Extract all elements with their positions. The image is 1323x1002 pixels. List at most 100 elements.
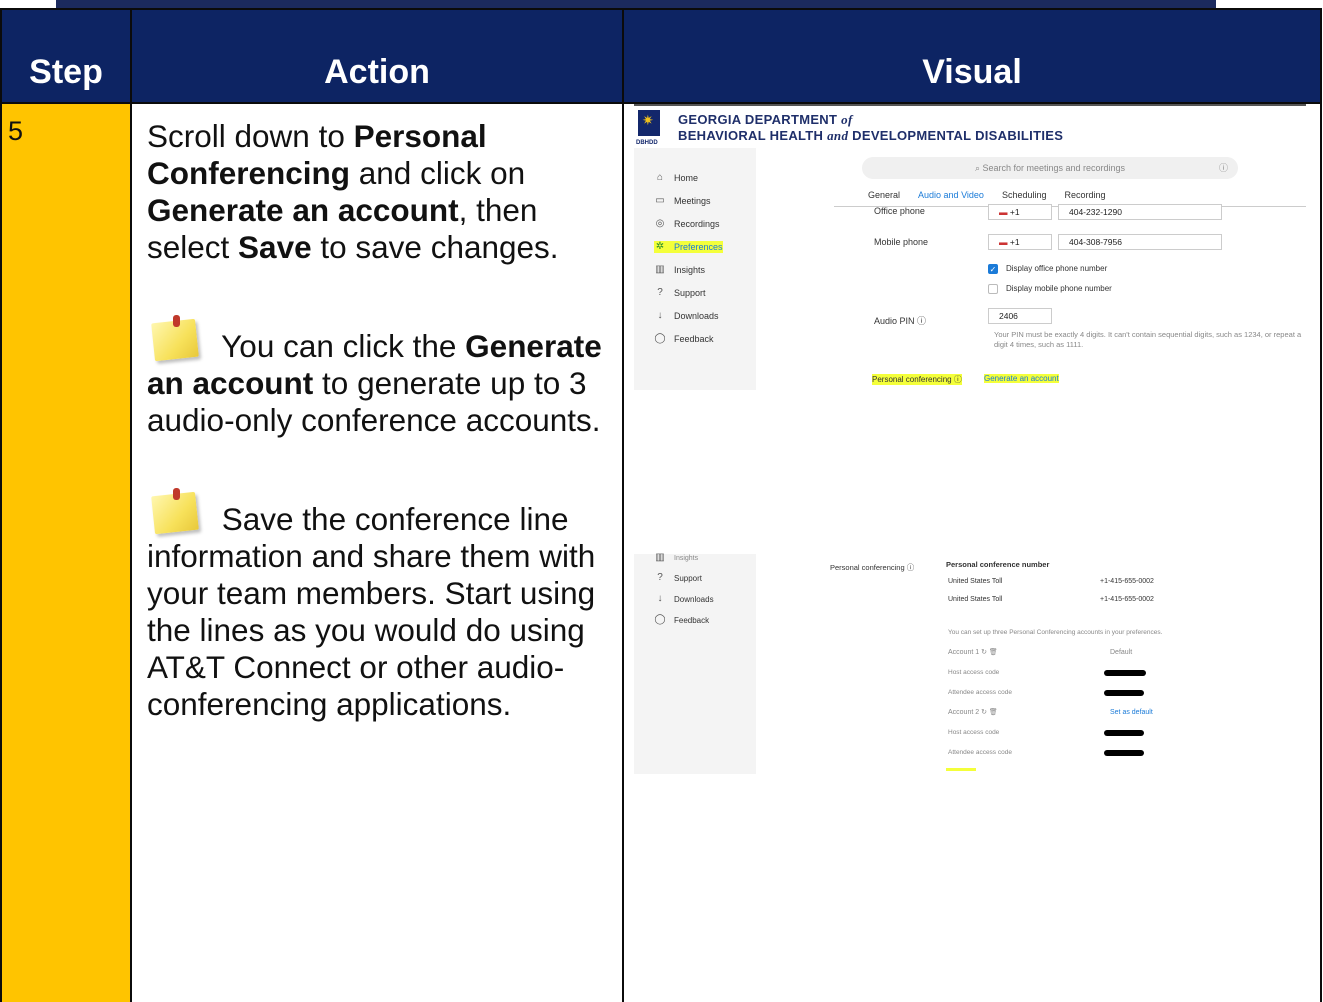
download-icon: ↓ [657,310,663,321]
sidebar-item-preferences[interactable]: ✲ Preferences [654,241,723,253]
refresh-icon[interactable]: ↻ [981,649,987,656]
toll1-number: +1-415-655-0002 [1100,578,1154,585]
org-name-line1: GEORGIA DEPARTMENT of [678,112,853,128]
redacted-attendee-code [1104,690,1144,696]
office-country-select[interactable]: ▬ +1 [988,204,1052,220]
audio-pin-label: Audio PIN ⓘ [874,314,926,327]
personal-conferencing-label: Personal conferencing ⓘ [830,562,914,573]
sidebar-item-home[interactable]: ⌂ Home [654,172,698,184]
gear-icon: ✲ [655,241,665,252]
default-badge: Default [1110,649,1133,656]
highlight-mark [946,768,976,771]
sidebar-item-label: Home [674,173,699,183]
redacted-host-code [1104,670,1146,676]
home-icon: ⌂ [656,172,664,183]
sidebar-item-label: Feedback [674,615,710,625]
bar-chart-icon: ▥ [655,264,665,275]
sidebar-item-meetings[interactable]: ▭ Meetings [654,195,710,207]
action-instruction: Scroll down to Personal Conferencing and… [147,118,612,266]
sidebar-item-downloads[interactable]: ↓ Downloads [654,310,719,322]
sidebar: ▥ Insights ? Support ↓ Downloads ◯ Feedback [634,552,756,774]
country-code: +1 [1009,237,1020,247]
office-phone-input[interactable]: 404-232-1290 [1058,204,1222,220]
sidebar-item-support[interactable]: ? Support [654,287,705,299]
sidebar-item-recordings[interactable]: ◎ Recordings [654,218,720,230]
tab-recording[interactable]: Recording [1064,190,1105,200]
help-icon: ? [657,572,663,583]
header-visual: Visual [622,8,1322,104]
tab-scheduling[interactable]: Scheduling [1002,190,1047,200]
mobile-country-select[interactable]: ▬ +1 [988,234,1052,250]
step-number: 5 [0,102,132,1002]
record-icon: ◎ [655,218,665,229]
tab-audio-video[interactable]: Audio and Video [918,190,984,200]
audio-pin-input[interactable]: 2406 [988,308,1052,324]
text-fragment: Audio PIN [874,316,915,326]
display-mobile-checkbox[interactable] [988,284,998,294]
header-row: Step Action Visual [0,8,1322,104]
flag-us-icon: ▬ [999,207,1008,217]
sidebar-item-label: Insights [674,554,699,562]
sidebar-item-label: Recordings [674,219,720,229]
tab-general[interactable]: General [868,190,900,200]
info-icon: ⓘ [906,563,915,572]
step-row: 5 Scroll down to Personal Conferencing a… [0,102,1322,1002]
toll2-label: United States Toll [948,596,1003,603]
redacted-host-code [1104,730,1144,736]
search-input[interactable]: ⌕ Search for meetings and recordings ⓘ [862,157,1238,179]
seal-caption: DBHDD [636,140,658,146]
trash-icon[interactable]: 🗑 [989,649,998,656]
preferences-tabs: General Audio and Video Scheduling Recor… [868,190,1106,200]
text-fragment: DEVELOPMENTAL DISABILITIES [848,128,1064,143]
account1-label: Account 1 ↻ 🗑 [948,648,998,658]
trash-icon[interactable]: 🗑 [989,709,998,716]
toll1-label: United States Toll [948,578,1003,585]
tip-note-1: You can click the Generate an account to… [147,311,612,439]
refresh-icon[interactable]: ↻ [981,709,987,716]
display-office-checkbox[interactable]: ✓ [988,264,998,274]
calendar-icon: ▭ [655,195,665,206]
text-fragment: Account 2 [948,709,980,716]
sidebar-item-feedback[interactable]: ◯ Feedback [654,614,709,626]
attendee-code-label: Attendee access code [948,749,1012,756]
instruction-table: Step Action Visual 5 Scroll down to Pers… [0,8,1322,1002]
attendee-code-label: Attendee access code [948,689,1012,696]
info-icon: ⓘ [1218,163,1228,173]
mobile-phone-label: Mobile phone [874,237,929,247]
host-code-label: Host access code [948,729,1000,736]
sidebar-item-label: Insights [674,265,706,275]
sidebar-item-support[interactable]: ? Support [654,572,702,584]
set-default-link[interactable]: Set as default [1110,708,1153,718]
sidebar-item-label: Downloads [674,594,714,604]
sidebar-item-insights[interactable]: ▥ Insights [654,264,705,276]
pin-help-text: Your PIN must be exactly 4 digits. It ca… [994,330,1302,349]
text-fragment: and click on [350,155,526,191]
mobile-phone-input[interactable]: 404-308-7956 [1058,234,1222,250]
webex-preferences-screenshot: ✷ DBHDD GEORGIA DEPARTMENT of BEHAVIORAL… [634,104,1306,390]
help-icon: ? [657,287,663,298]
sticky-note-icon [147,311,205,362]
bold-term: Generate an account [147,192,459,228]
dbhdd-seal-icon: ✷ [638,110,660,136]
text-fragment: Scroll down to [147,118,354,154]
text-fragment: Personal conferencing [872,375,952,384]
sidebar-item-label: Support [674,573,703,583]
sidebar-item-feedback[interactable]: ◯ Feedback [654,333,714,345]
header-step: Step [0,8,132,104]
display-mobile-label: Display mobile phone number [1006,284,1112,293]
sidebar-item-label: Preferences [674,242,723,252]
office-phone-label: Office phone [874,206,925,216]
bar-chart-icon: ▥ [655,552,665,563]
sidebar-item-label: Downloads [674,311,719,321]
sidebar-item-downloads[interactable]: ↓ Downloads [654,593,714,605]
chat-bubble-icon: ◯ [654,333,666,344]
sidebar-item-label: Feedback [674,334,714,344]
top-border-strip [56,0,1216,8]
country-code: +1 [1009,207,1020,217]
redacted-attendee-code [1104,750,1144,756]
toll2-number: +1-415-655-0002 [1100,596,1154,603]
text-fragment: of [841,112,853,127]
action-cell: Scroll down to Personal Conferencing and… [130,102,624,1002]
sidebar-item-insights[interactable]: ▥ Insights [654,552,698,564]
generate-account-link[interactable]: Generate an account [984,374,1059,383]
